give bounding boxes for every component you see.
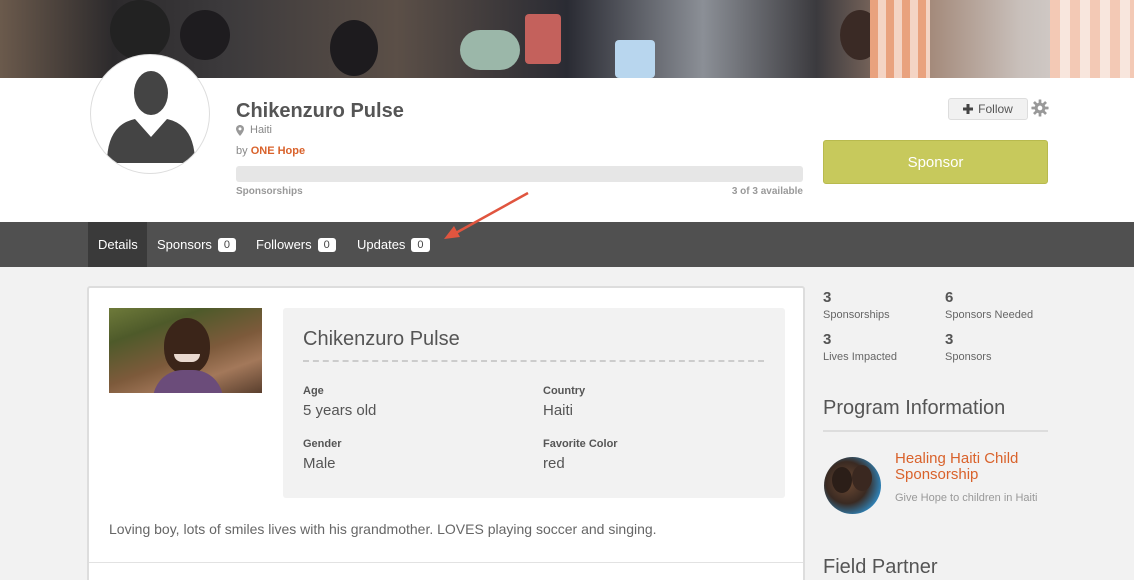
program-description: Give Hope to children in Haiti [895,492,1038,504]
profile-header: Chikenzuro Pulse Haiti by ONE Hope Spons… [0,54,1134,222]
tab-followers[interactable]: Followers 0 [246,222,346,267]
tab-label: Sponsors [157,237,212,252]
child-bio: Loving boy, lots of smiles lives with hi… [109,521,657,537]
tab-label: Details [98,237,138,252]
stat-lives-impacted-value: 3 [823,331,832,348]
tab-label: Followers [256,237,312,252]
stat-sponsorships-value: 3 [823,289,832,306]
progress-label: Sponsorships [236,186,303,197]
annotation-arrow [444,191,529,239]
person-placeholder-icon [107,71,195,163]
child-photo [109,308,262,393]
tab-details[interactable]: Details [88,222,147,267]
tab-updates[interactable]: Updates 0 [347,222,440,267]
country-value: Haiti [543,402,574,419]
program-link[interactable]: Healing Haiti Child Sponsorship [895,451,1045,483]
stat-sponsors-value: 3 [945,331,954,348]
tab-count-badge: 0 [411,237,430,252]
sponsorship-progress-bar [236,166,803,182]
profile-location: Haiti [236,124,272,136]
card-divider [89,562,803,563]
stat-lives-impacted-label: Lives Impacted [823,351,897,363]
follow-label: Follow [978,102,1013,116]
tab-label: Updates [357,237,406,252]
country-label: Country [543,385,586,397]
avatar [90,54,210,174]
byline-prefix: by [236,145,251,157]
gender-label: Gender [303,438,342,450]
age-value: 5 years old [303,402,377,419]
gear-icon[interactable] [1031,99,1049,117]
stat-sponsors-needed-label: Sponsors Needed [945,309,1034,321]
tab-sponsors[interactable]: Sponsors 0 [147,222,246,267]
profile-tabs: Details Sponsors 0 Followers 0 Updates 0 [0,222,1134,267]
map-pin-icon [236,124,244,136]
follow-button[interactable]: Follow [948,98,1028,120]
section-divider [823,430,1048,432]
field-partner-title: Field Partner [823,556,938,578]
details-card: Chikenzuro Pulse Age 5 years old Country… [87,286,805,580]
favorite-color-label: Favorite Color [543,438,618,450]
program-image[interactable] [824,457,881,514]
byline: by ONE Hope [236,145,305,157]
tab-count-badge: 0 [217,237,237,252]
sponsor-button[interactable]: Sponsor [823,140,1048,184]
age-label: Age [303,385,324,397]
profile-name: Chikenzuro Pulse [236,100,404,122]
details-title: Chikenzuro Pulse [303,328,460,350]
organization-link[interactable]: ONE Hope [251,145,305,157]
program-info-title: Program Information [823,397,1006,419]
location-text: Haiti [250,124,273,136]
stat-sponsors-needed-value: 6 [945,289,954,306]
details-panel: Chikenzuro Pulse Age 5 years old Country… [283,308,785,498]
progress-count: 3 of 3 available [731,186,803,197]
favorite-color-value: red [543,455,565,472]
tab-count-badge: 0 [317,237,336,252]
stat-sponsorships-label: Sponsorships [823,309,890,321]
stat-sponsors-label: Sponsors [945,351,992,363]
plus-icon [963,104,974,114]
dashed-divider [303,360,764,362]
gender-value: Male [303,455,336,472]
